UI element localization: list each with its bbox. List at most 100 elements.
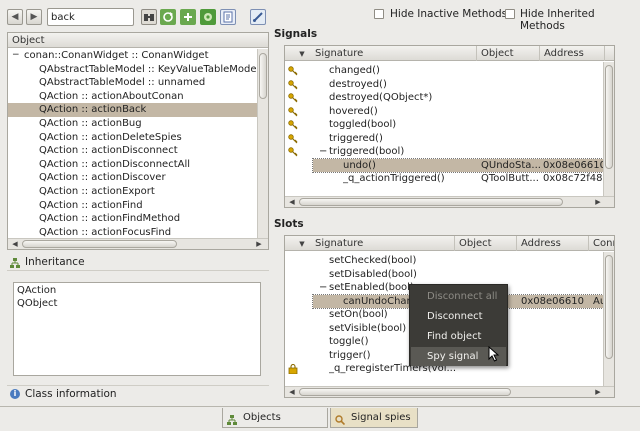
- hierarchy-icon: [227, 413, 237, 425]
- object-tree-item-label: QAction :: actionDiscover: [39, 172, 166, 184]
- back-button[interactable]: ◀: [7, 9, 23, 25]
- object-tree-item[interactable]: QAction :: actionFindMethod: [8, 212, 257, 226]
- signal-row[interactable]: triggered(): [285, 132, 603, 146]
- refresh-button[interactable]: [160, 9, 176, 25]
- object-tree-item[interactable]: QAction :: actionBug: [8, 117, 257, 131]
- signals-table[interactable]: ▼ Signature Object Address changed() dest…: [284, 45, 615, 208]
- collapse-icon[interactable]: −: [319, 281, 327, 295]
- export-button[interactable]: [220, 9, 236, 25]
- slots-col-object[interactable]: Object: [455, 236, 517, 251]
- class-info-title: Class information: [25, 388, 117, 400]
- slots-vscroll-thumb[interactable]: [605, 255, 613, 359]
- slots-header[interactable]: ▼ Signature Object Address Conn: [285, 236, 614, 251]
- signal-address: 0x08c72f48: [543, 173, 603, 184]
- scroll-right-icon[interactable]: ▶: [254, 239, 264, 249]
- tab-label: Objects hierarchy: [243, 412, 281, 423]
- signal-row[interactable]: − triggered(bool): [285, 145, 603, 159]
- brush-icon: [253, 12, 263, 22]
- context-menu-item[interactable]: Disconnect: [411, 307, 506, 326]
- context-menu-item[interactable]: Find object: [411, 327, 506, 346]
- object-tree-item[interactable]: QAction :: actionAboutConan: [8, 90, 257, 104]
- object-tree-hscroll-thumb[interactable]: [22, 240, 177, 248]
- signal-signature: changed(): [329, 65, 380, 76]
- signal-row[interactable]: toggled(bool): [285, 118, 603, 132]
- collapse-icon[interactable]: −: [319, 145, 327, 159]
- hide-inherited-checkbox[interactable]: [505, 9, 515, 19]
- object-column-header[interactable]: Object: [8, 33, 259, 48]
- signal-row[interactable]: _q_actionTriggered() QToolButt... 0x08c72f…: [285, 172, 603, 186]
- slots-hscroll-thumb[interactable]: [299, 388, 511, 396]
- object-tree-item[interactable]: QAction :: actionDeleteSpies: [8, 131, 257, 145]
- object-tree[interactable]: Object − conan::ConanWidget :: ConanWidge…: [7, 32, 269, 250]
- inheritance-item[interactable]: QObject: [17, 298, 57, 309]
- inheritance-list[interactable]: QAction QObject: [13, 282, 261, 376]
- object-tree-item[interactable]: QAction :: actionDisconnectAll: [8, 158, 257, 172]
- signals-col-address[interactable]: Address: [540, 46, 605, 61]
- object-tree-item[interactable]: − conan::ConanWidget :: ConanWidget: [8, 49, 257, 63]
- inheritance-section-header[interactable]: Inheritance: [7, 255, 269, 271]
- forward-button[interactable]: ▶: [26, 9, 42, 25]
- object-tree-item[interactable]: QAction :: actionDiscover: [8, 171, 257, 185]
- hierarchy-icon: [10, 258, 20, 268]
- scroll-left-icon[interactable]: ◀: [287, 197, 297, 207]
- signals-hscroll-thumb[interactable]: [299, 198, 563, 206]
- binoculars-icon: [144, 14, 154, 21]
- slots-hscrollbar[interactable]: ◀ ▶: [285, 386, 614, 397]
- inheritance-item[interactable]: QAction: [17, 285, 56, 296]
- right-arrow-icon: ▶: [30, 12, 38, 22]
- object-tree-vscrollbar[interactable]: [257, 49, 268, 238]
- tab-signal-spies[interactable]: Signal spies: [330, 408, 418, 428]
- bottom-tab-bar: [0, 406, 640, 407]
- signals-col-signature[interactable]: Signature: [311, 46, 477, 61]
- object-tree-item-label: QAction :: actionExport: [39, 186, 155, 197]
- signal-row[interactable]: hovered(): [285, 105, 603, 119]
- key-icon: [288, 66, 298, 76]
- signals-vscroll-thumb[interactable]: [605, 65, 613, 169]
- collapse-icon[interactable]: −: [12, 49, 20, 63]
- signal-row[interactable]: undo() QUndoSta... 0x08e06610: [312, 157, 606, 174]
- signals-col-object[interactable]: Object: [477, 46, 540, 61]
- object-tree-item[interactable]: QAbstractTableModel :: KeyValueTableMode…: [8, 63, 259, 77]
- signal-signature: destroyed(): [329, 78, 387, 90]
- signals-vscrollbar[interactable]: [603, 62, 614, 196]
- scroll-right-icon[interactable]: ▶: [593, 197, 603, 207]
- signal-row[interactable]: destroyed(QObject*): [285, 91, 603, 105]
- signals-header[interactable]: ▼ Signature Object Address: [285, 46, 614, 61]
- info-icon: i: [10, 389, 20, 399]
- object-tree-item[interactable]: QAction :: actionDisconnect: [8, 144, 257, 158]
- hide-inactive-checkbox[interactable]: [374, 9, 384, 19]
- object-tree-item[interactable]: QAbstractTableModel :: unnamed: [8, 76, 257, 90]
- object-tree-item[interactable]: QAction :: actionFind: [8, 199, 257, 213]
- object-tree-hscrollbar[interactable]: ◀ ▶: [8, 238, 268, 249]
- slots-col-signature[interactable]: Signature: [311, 236, 455, 251]
- object-tree-vscroll-thumb[interactable]: [259, 53, 267, 99]
- signal-row[interactable]: destroyed(): [285, 78, 603, 92]
- slot-row[interactable]: setChecked(bool): [285, 254, 603, 268]
- slots-vscrollbar[interactable]: [603, 252, 614, 386]
- slot-row[interactable]: setDisabled(bool): [285, 268, 603, 282]
- search-input[interactable]: [47, 8, 134, 26]
- object-tree-item[interactable]: QAction :: actionExport: [8, 185, 257, 199]
- signal-row[interactable]: changed(): [285, 64, 603, 78]
- tab-objects-hierarchy[interactable]: Objects hierarchy: [222, 408, 328, 428]
- magnifier-icon: [335, 413, 346, 426]
- object-tree-header[interactable]: Object: [8, 33, 268, 48]
- hide-inactive-label: Hide Inactive Methods: [390, 8, 508, 20]
- brush-button[interactable]: [250, 9, 266, 25]
- signal-object: QUndoSta...: [481, 159, 541, 171]
- refresh-icon: [163, 12, 173, 22]
- discover-button[interactable]: [180, 9, 196, 25]
- mouse-cursor-icon: [488, 346, 500, 362]
- class-info-section-header[interactable]: i Class information: [7, 385, 269, 402]
- slots-col-address[interactable]: Address: [517, 236, 589, 251]
- signal-signature: destroyed(QObject*): [329, 92, 433, 103]
- find-object-button[interactable]: [141, 9, 157, 25]
- scroll-right-icon[interactable]: ▶: [593, 387, 603, 397]
- settings-button[interactable]: [200, 9, 216, 25]
- scroll-left-icon[interactable]: ◀: [10, 239, 20, 249]
- scroll-left-icon[interactable]: ◀: [287, 387, 297, 397]
- object-tree-item[interactable]: QAction :: actionBack: [8, 103, 257, 117]
- signal-signature: hovered(): [329, 105, 378, 117]
- slots-col-conn[interactable]: Conn: [589, 236, 614, 251]
- signals-hscrollbar[interactable]: ◀ ▶: [285, 196, 614, 207]
